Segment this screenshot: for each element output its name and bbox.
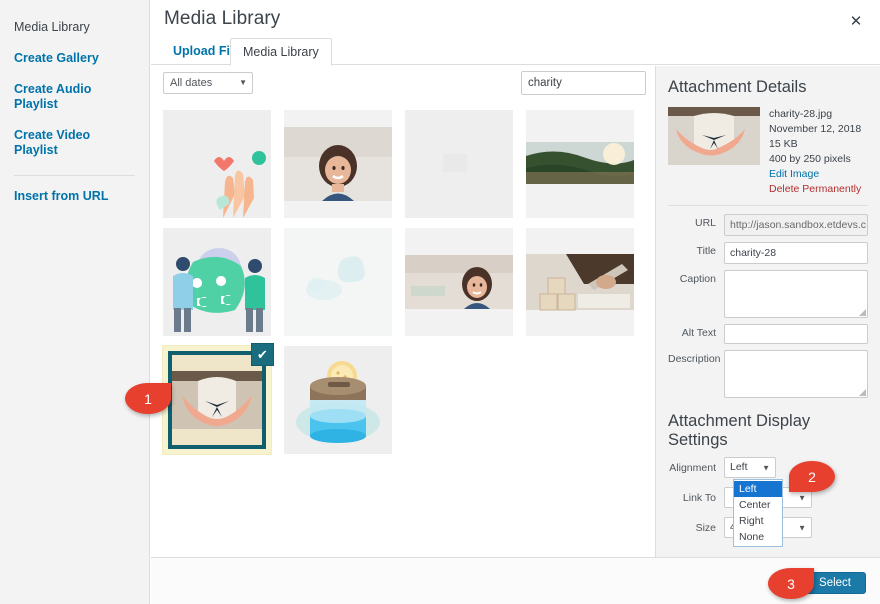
page-title: Media Library: [164, 8, 280, 30]
alignment-value: Left: [730, 461, 748, 473]
attachment-filesize: 15 KB: [769, 137, 861, 152]
alignment-option-center[interactable]: Center: [734, 497, 782, 513]
attachment-item-blank[interactable]: [405, 110, 513, 218]
date-filter-select[interactable]: All dates ▼: [163, 72, 253, 94]
delete-permanently-link[interactable]: Delete Permanently: [769, 182, 861, 197]
field-label: Title: [668, 242, 724, 257]
callout-badge-2: 2: [789, 461, 835, 492]
alignment-dropdown-options[interactable]: Left Center Right None: [733, 479, 783, 547]
selected-check-icon[interactable]: ✔: [251, 343, 274, 366]
thumbnail: [405, 110, 513, 218]
attachment-item-faint-cloud[interactable]: [284, 228, 392, 336]
thumbnail: [284, 228, 392, 336]
attachment-summary: charity-28.jpg November 12, 2018 15 KB 4…: [668, 107, 868, 196]
attachment-details-heading: Attachment Details: [668, 78, 868, 97]
attachment-item-child-portrait[interactable]: [284, 110, 392, 218]
alignment-label: Alignment: [668, 462, 724, 474]
attachments-grid-scroll[interactable]: ✔: [151, 102, 655, 557]
thumbnail: [526, 228, 634, 336]
thumbnail: [284, 110, 392, 218]
sidebar-item-media-library[interactable]: Media Library: [0, 12, 149, 43]
caption-field[interactable]: [724, 270, 868, 318]
sidebar-item-create-video-playlist[interactable]: Create Video Playlist: [0, 120, 149, 166]
thumbnail: [405, 228, 513, 336]
sidebar-item-create-audio-playlist[interactable]: Create Audio Playlist: [0, 74, 149, 120]
attachment-item-donation-jar[interactable]: [284, 346, 392, 454]
attachment-dimensions: 400 by 250 pixels: [769, 152, 861, 167]
tab-label: Media Library: [243, 45, 319, 59]
attachment-item-blocks-writing[interactable]: [526, 228, 634, 336]
alignment-option-right[interactable]: Right: [734, 513, 782, 529]
thumbnail: [526, 110, 634, 218]
field-alt-text: Alt Text: [668, 324, 868, 344]
field-url: URL http://jason.sandbox.etdevs.c: [668, 214, 868, 236]
search-input[interactable]: charity: [521, 71, 646, 95]
sidebar-item-label: Create Gallery: [14, 51, 99, 65]
attachments-grid: ✔: [163, 110, 643, 454]
field-label: Alt Text: [668, 324, 724, 339]
date-filter-value: All dates: [170, 77, 212, 89]
attachment-item-child-portrait-wide[interactable]: [405, 228, 513, 336]
link-to-label: Link To: [668, 492, 724, 504]
attachment-item-sunset-landscape[interactable]: [526, 110, 634, 218]
alignment-option-none[interactable]: None: [734, 529, 782, 545]
chevron-down-icon: ▼: [798, 518, 806, 537]
sidebar-item-label: Create Audio Playlist: [14, 82, 91, 111]
close-icon[interactable]: ✕: [840, 6, 872, 36]
sidebar-item-create-gallery[interactable]: Create Gallery: [0, 43, 149, 74]
sidebar-item-insert-from-url[interactable]: Insert from URL: [0, 181, 149, 212]
callout-badge-3: 3: [768, 568, 814, 599]
attachment-date: November 12, 2018: [769, 122, 861, 137]
media-library-modal: Media Library Create Gallery Create Audi…: [0, 0, 880, 604]
chevron-down-icon: ▼: [239, 73, 247, 93]
thumbnail: [163, 110, 271, 218]
tab-media-library[interactable]: Media Library: [230, 38, 332, 66]
attachment-filename: charity-28.jpg: [769, 107, 861, 122]
sidebar-item-label: Insert from URL: [14, 189, 108, 203]
display-settings-heading: Attachment Display Settings: [668, 412, 868, 449]
callout-badge-1: 1: [125, 383, 171, 414]
sidebar: Media Library Create Gallery Create Audi…: [0, 0, 150, 604]
edit-image-link[interactable]: Edit Image: [769, 167, 861, 182]
field-title: Title charity-28: [668, 242, 868, 264]
tab-bar: Upload Files Media Library: [151, 38, 880, 65]
attachment-item-puzzle-people[interactable]: [163, 228, 271, 336]
sidebar-item-label: Create Video Playlist: [14, 128, 90, 157]
alt-text-field[interactable]: [724, 324, 868, 344]
field-label: URL: [668, 214, 724, 229]
alignment-select[interactable]: Left ▼: [724, 457, 776, 478]
title-field[interactable]: charity-28: [724, 242, 868, 264]
field-description: Description: [668, 350, 868, 398]
field-label: Description: [668, 350, 724, 365]
attachment-item-hands-hearts[interactable]: [163, 110, 271, 218]
field-label: Caption: [668, 270, 724, 285]
setting-alignment: Alignment Left ▼: [668, 457, 868, 478]
alignment-option-left[interactable]: Left: [734, 481, 782, 497]
details-divider: [668, 205, 868, 206]
thumbnail: [284, 346, 392, 454]
attachment-item-charity-hands[interactable]: ✔: [163, 346, 271, 454]
field-caption: Caption: [668, 270, 868, 318]
url-field[interactable]: http://jason.sandbox.etdevs.c: [724, 214, 868, 236]
attachment-meta: charity-28.jpg November 12, 2018 15 KB 4…: [769, 107, 861, 196]
chevron-down-icon: ▼: [762, 458, 770, 477]
description-field[interactable]: [724, 350, 868, 398]
thumbnail: [163, 228, 271, 336]
size-label: Size: [668, 522, 724, 534]
attachment-thumbnail: [668, 107, 760, 165]
sidebar-item-label: Media Library: [14, 20, 90, 34]
sidebar-divider: [14, 175, 135, 176]
